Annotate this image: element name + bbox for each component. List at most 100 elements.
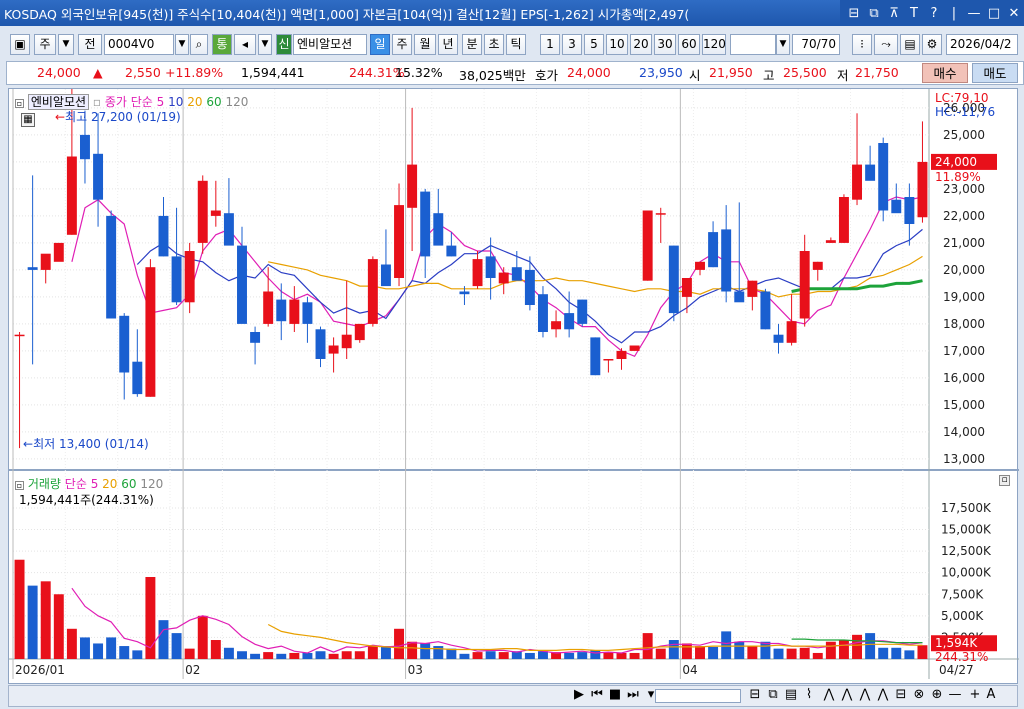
help-icon[interactable]: ? — [924, 6, 944, 21]
text-icon[interactable]: T — [904, 6, 924, 21]
candle-body — [459, 291, 470, 295]
interval-60[interactable]: 60 — [678, 34, 700, 55]
tong-button[interactable]: 통 — [212, 34, 232, 55]
volume-bar — [642, 633, 653, 659]
scroll-tool-icon-7[interactable]: ▤ — [783, 687, 799, 702]
volume-bar — [760, 641, 771, 659]
chevron-down-icon[interactable]: ▼ — [776, 34, 790, 55]
scroll-tool-icon-18[interactable]: A — [983, 687, 999, 702]
search-icon[interactable]: ⌕ — [190, 34, 208, 55]
candle-body — [485, 256, 496, 278]
layout-icon[interactable]: ⊟ — [844, 6, 864, 21]
buy-button[interactable]: 매수 — [922, 63, 968, 83]
candle-body — [40, 253, 51, 270]
custom-interval-input[interactable] — [730, 34, 776, 55]
volume-bar — [472, 652, 483, 659]
period-tick-tab[interactable]: 틱 — [506, 34, 526, 55]
save-icon[interactable]: ▤ — [900, 34, 920, 55]
candle-body — [14, 334, 25, 337]
chart-area[interactable]: 26,00025,00024,00023,00022,00021,00020,0… — [8, 75, 1019, 685]
interval-30[interactable]: 30 — [654, 34, 676, 55]
code-type-select[interactable]: 주 — [34, 34, 56, 55]
price-tick-label: 20,000 — [943, 263, 985, 277]
speaker-icon[interactable]: ◂ — [234, 34, 256, 55]
volume-bar — [407, 641, 418, 659]
volume-bar — [420, 643, 431, 659]
interval-120[interactable]: 120 — [702, 34, 726, 55]
prev-button[interactable]: 전 — [78, 34, 102, 55]
scroll-tool-icon-13[interactable]: ⊟ — [893, 687, 909, 702]
period-week-tab[interactable]: 주 — [392, 34, 412, 55]
interval-5[interactable]: 5 — [584, 34, 604, 55]
scroll-tool-icon-4[interactable]: ▾ — [643, 687, 659, 702]
hoga-bid: 23,950 — [639, 65, 683, 80]
chart-axes: 26,00025,00024,00023,00022,00021,00020,0… — [15, 101, 997, 677]
volume-value: 1,594,441 — [241, 65, 305, 80]
stock-code-input[interactable]: 0004V0 — [104, 34, 174, 55]
sin-button[interactable]: 신 — [276, 34, 292, 55]
close-icon[interactable]: ✕ — [1004, 6, 1024, 21]
pane-close-icon[interactable]: ▫ — [999, 475, 1010, 486]
scroll-tool-icon-0[interactable]: ▶ — [571, 687, 587, 702]
volume-bar — [537, 651, 548, 659]
window-icon[interactable]: ⧉ — [864, 6, 884, 21]
scroll-tool-icon-11[interactable]: ⋀ — [857, 687, 873, 702]
candle-body — [773, 334, 784, 343]
interval-3[interactable]: 3 — [562, 34, 582, 55]
scroll-tool-icon-16[interactable]: — — [947, 687, 963, 702]
interval-10[interactable]: 10 — [606, 34, 628, 55]
legend-box-icon[interactable]: ▫ — [15, 481, 24, 490]
legend-volume-name[interactable]: 거래량 — [28, 477, 61, 491]
window-controls: ⊟ ⧉ ⊼ T ? | — □ ✕ — [840, 0, 1024, 26]
scroll-tool-icon-2[interactable]: ■ — [607, 687, 623, 702]
chevron-down-icon[interactable]: ▼ — [175, 34, 189, 55]
x-tick-label: 04 — [682, 663, 697, 677]
period-month-tab[interactable]: 월 — [414, 34, 436, 55]
price-volume-chart[interactable]: 26,00025,00024,00023,00022,00021,00020,0… — [9, 75, 1019, 685]
period-minute-tab[interactable]: 분 — [462, 34, 482, 55]
screen-icon[interactable]: ▣ — [10, 34, 30, 55]
chevron-down-icon[interactable]: ▼ — [58, 34, 74, 55]
price-tick-label: 16,000 — [943, 371, 985, 385]
maximize-icon[interactable]: □ — [984, 6, 1004, 21]
scroll-tool-icon-14[interactable]: ⊗ — [911, 687, 927, 702]
sell-button[interactable]: 매도 — [972, 63, 1018, 83]
period-second-tab[interactable]: 초 — [484, 34, 504, 55]
scroll-tool-icon-1[interactable]: ⏮ — [589, 687, 605, 702]
pin-icon[interactable]: ⊼ — [884, 6, 904, 21]
scroll-tool-icon-8[interactable]: ⌇ — [801, 687, 817, 702]
open-price: 21,950 — [709, 65, 753, 80]
legend-box-icon[interactable]: ▫ — [15, 99, 24, 108]
volume-bar — [695, 646, 705, 659]
price-tick-label: 13,000 — [943, 452, 985, 466]
interval-20[interactable]: 20 — [630, 34, 652, 55]
chart-tool-icon[interactable]: ⤳ — [874, 34, 898, 55]
candle-body — [446, 245, 457, 257]
legend-toggle-icon[interactable]: ▫ — [93, 95, 101, 109]
volume-bar — [812, 652, 823, 659]
interval-1[interactable]: 1 — [540, 34, 560, 55]
volume-bar — [852, 634, 863, 659]
scroll-tool-icon-10[interactable]: ⋀ — [839, 687, 855, 702]
chevron-down-icon[interactable]: ▼ — [258, 34, 272, 55]
scroll-tool-icon-5[interactable]: ⊟ — [747, 687, 763, 702]
minimize-icon[interactable]: — — [964, 6, 984, 21]
period-day-tab[interactable]: 일 — [370, 34, 390, 55]
period-year-tab[interactable]: 년 — [438, 34, 458, 55]
date-input[interactable]: 2026/04/2 — [946, 34, 1018, 55]
chart-scrollbar[interactable]: ▶ ⏮ ■ ⏭ ▾ ⊟ ⧉ ▤ ⌇ ⋀ ⋀ ⋀ ⋀ ⊟ ⊗ ⊕ — + A — [8, 685, 1018, 707]
count-input[interactable]: 70/70 — [792, 34, 840, 55]
scroll-thumb[interactable] — [655, 689, 741, 703]
scroll-tool-icon-17[interactable]: + — [967, 687, 983, 702]
current-price: 24,000 — [37, 65, 81, 80]
scroll-tool-icon-3[interactable]: ⏭ — [625, 687, 641, 702]
gear-icon[interactable]: ⚙ — [922, 34, 942, 55]
dots-icon[interactable]: ⁝ — [852, 34, 872, 55]
scroll-tool-icon-15[interactable]: ⊕ — [929, 687, 945, 702]
scroll-tool-icon-12[interactable]: ⋀ — [875, 687, 891, 702]
scroll-tool-icon-9[interactable]: ⋀ — [821, 687, 837, 702]
grid-table-icon[interactable]: ▦ — [21, 113, 35, 127]
scroll-tool-icon-6[interactable]: ⧉ — [765, 687, 781, 702]
arrow-left-icon: ← — [23, 437, 34, 451]
candle-body — [524, 269, 535, 305]
